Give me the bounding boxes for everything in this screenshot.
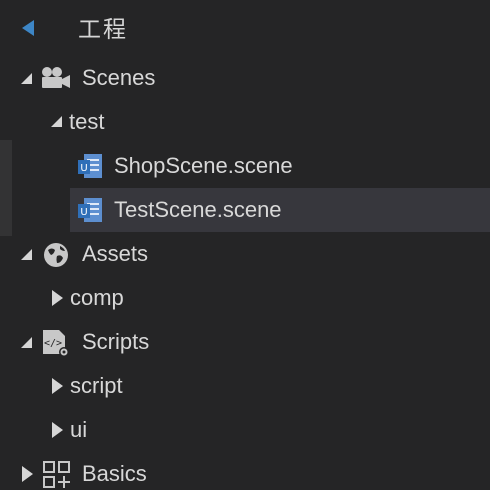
expand-toggle-icon[interactable] (21, 249, 32, 260)
tree-item-label: script (70, 373, 123, 398)
tree-item-basics[interactable]: Basics (0, 452, 490, 490)
tree-item-test[interactable]: test (0, 100, 490, 144)
tree-item-label: Basics (82, 461, 147, 486)
expand-toggle-icon[interactable] (51, 116, 62, 127)
expand-toggle-icon[interactable] (52, 422, 63, 438)
tree-item-label: comp (70, 285, 124, 310)
collapse-panel-icon[interactable] (22, 20, 34, 36)
tree-item-label: ShopScene.scene (114, 153, 293, 178)
camera-icon (42, 67, 70, 88)
tree-item-assets[interactable]: Assets (0, 232, 490, 276)
tree-item-scripts[interactable]: </> Scripts (0, 320, 490, 364)
tree-item-script[interactable]: script (0, 364, 490, 408)
tree-item-comp[interactable]: comp (0, 276, 490, 320)
tree-item-label: Scenes (82, 65, 156, 90)
panel-title: 工程 (78, 16, 128, 42)
svg-text:U: U (80, 207, 87, 218)
globe-icon (44, 243, 68, 267)
grid-plus-icon (43, 461, 70, 488)
tree-item-label: test (69, 109, 105, 134)
tree-item-testscene[interactable]: U TestScene.scene (0, 188, 490, 232)
expand-toggle-icon[interactable] (52, 378, 63, 394)
expand-toggle-icon[interactable] (52, 290, 63, 306)
tree-item-label: Assets (82, 241, 149, 266)
project-panel: 工程 Scenes test U ShopScene.scene U TestS… (0, 0, 490, 490)
tree-item-label: TestScene.scene (114, 197, 282, 222)
panel-header: 工程 (0, 0, 490, 56)
code-file-icon: </> (43, 330, 69, 357)
expand-toggle-icon[interactable] (22, 466, 33, 482)
tree-item-shopscene[interactable]: U ShopScene.scene (0, 144, 490, 188)
tree-item-label: ui (70, 417, 88, 442)
svg-text:</>: </> (44, 338, 62, 349)
tree-item-scenes[interactable]: Scenes (0, 56, 490, 100)
scene-file-icon: U (78, 154, 102, 178)
tree-item-ui[interactable]: ui (0, 408, 490, 452)
expand-toggle-icon[interactable] (21, 73, 32, 84)
svg-text:U: U (80, 163, 87, 174)
expand-toggle-icon[interactable] (21, 337, 32, 348)
scene-file-icon: U (78, 198, 102, 222)
tree-item-label: Scripts (82, 329, 150, 354)
